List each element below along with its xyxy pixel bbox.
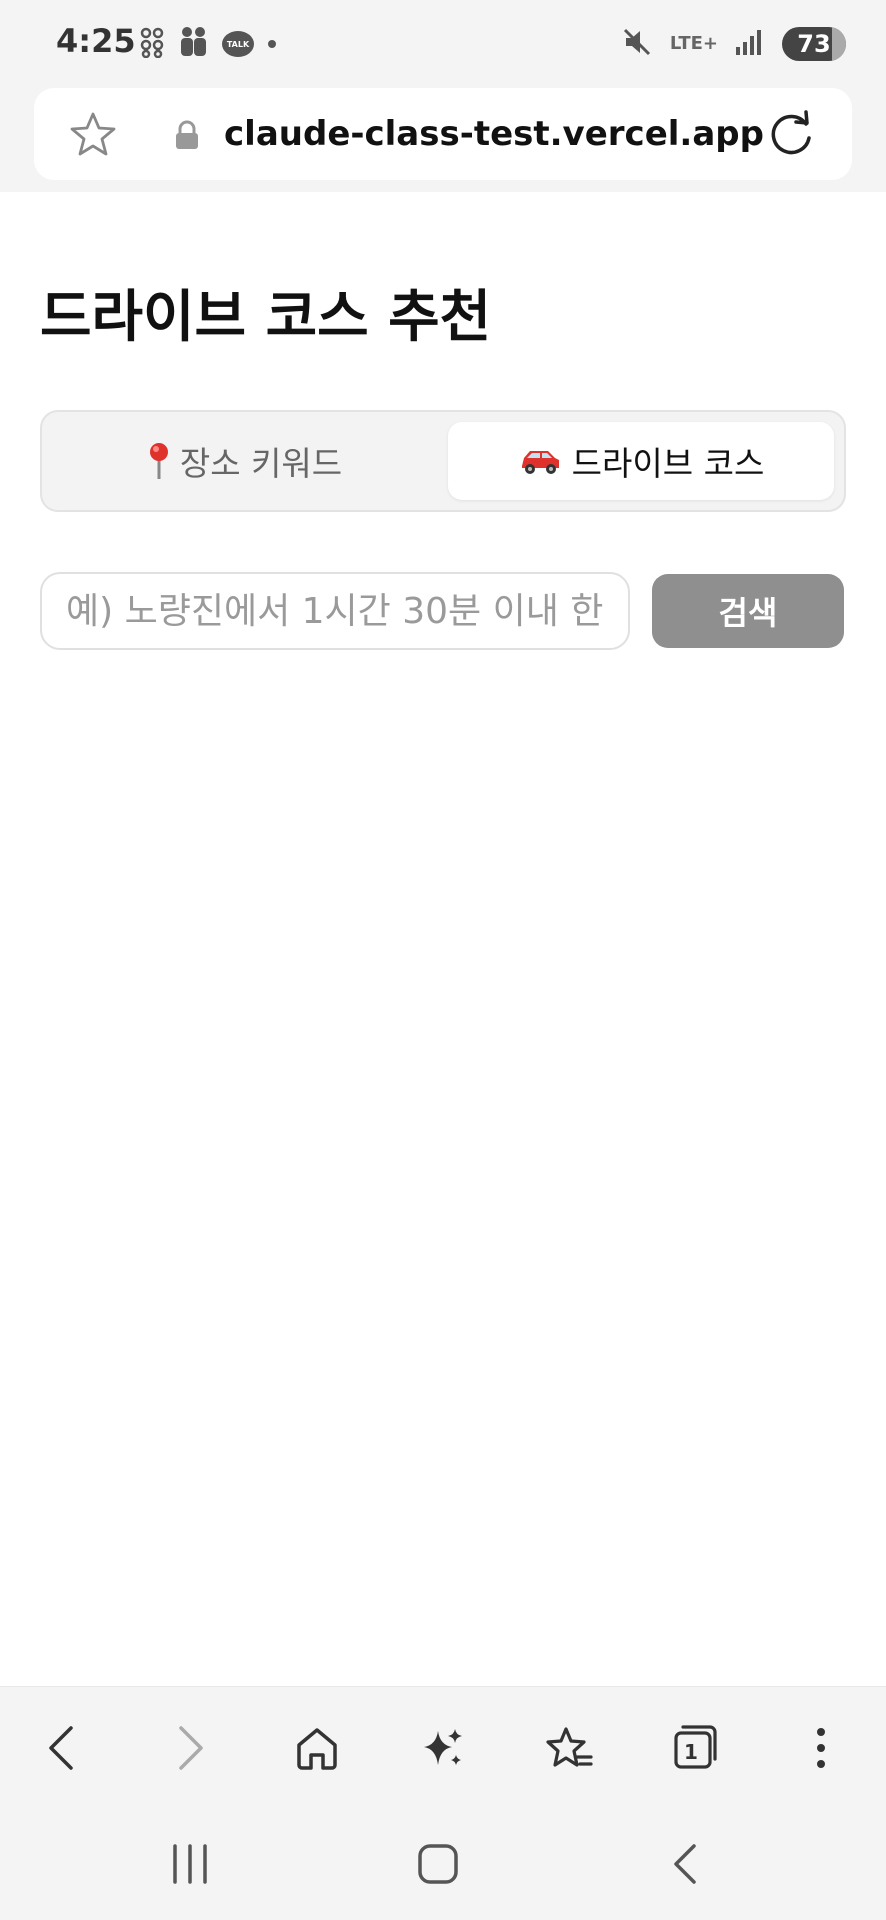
battery-charging-icon: 73	[782, 27, 846, 61]
screen: 4:25 TALK LTE+ 73 claude-class-test.verc…	[0, 0, 886, 1920]
search-input[interactable]	[40, 572, 630, 650]
forward-icon[interactable]	[156, 1713, 226, 1783]
address-bar[interactable]: claude-class-test.vercel.app	[34, 88, 852, 180]
home-nav-icon[interactable]	[403, 1836, 473, 1892]
browser-toolbar: 1	[0, 1686, 886, 1808]
recents-icon[interactable]	[155, 1836, 225, 1892]
reload-icon[interactable]	[766, 108, 818, 160]
people-icon	[178, 26, 208, 62]
status-bar: 4:25 TALK LTE+ 73	[0, 0, 886, 88]
mode-tabs: 장소 키워드 드라이브 코스	[40, 410, 846, 512]
back-nav-icon[interactable]	[651, 1836, 721, 1892]
battery-level: 73	[797, 30, 831, 58]
tabs-icon[interactable]: 1	[660, 1713, 730, 1783]
search-button[interactable]: 검색	[652, 574, 844, 648]
grid-icon	[140, 26, 164, 62]
tab-place-keyword[interactable]: 장소 키워드	[52, 422, 438, 500]
mute-icon	[622, 27, 652, 61]
page-title: 드라이브 코스 추천	[40, 285, 492, 350]
status-notifications: TALK	[140, 24, 276, 64]
system-navigation-bar	[0, 1808, 886, 1920]
sparkle-icon[interactable]	[408, 1713, 478, 1783]
status-system: LTE+ 73	[622, 24, 846, 64]
tab-label: 드라이브 코스	[571, 444, 765, 483]
signal-icon	[736, 29, 764, 59]
home-icon[interactable]	[282, 1713, 352, 1783]
back-icon[interactable]	[26, 1713, 96, 1783]
network-type: LTE+	[669, 33, 718, 54]
status-time: 4:25	[56, 22, 136, 60]
star-icon[interactable]	[68, 110, 118, 160]
browser-chrome: claude-class-test.vercel.app	[0, 88, 886, 192]
tab-drive-course[interactable]: 드라이브 코스	[448, 422, 834, 500]
talk-icon: TALK	[222, 31, 254, 57]
url-text[interactable]: claude-class-test.vercel.app	[224, 110, 764, 158]
more-icon[interactable]	[786, 1713, 856, 1783]
car-icon	[521, 451, 559, 474]
dot-icon	[268, 40, 276, 48]
tab-label: 장소 키워드	[179, 444, 343, 483]
tab-count: 1	[684, 1740, 698, 1764]
pin-icon	[149, 443, 168, 479]
bookmarks-icon[interactable]	[534, 1713, 604, 1783]
lock-icon	[176, 120, 198, 149]
